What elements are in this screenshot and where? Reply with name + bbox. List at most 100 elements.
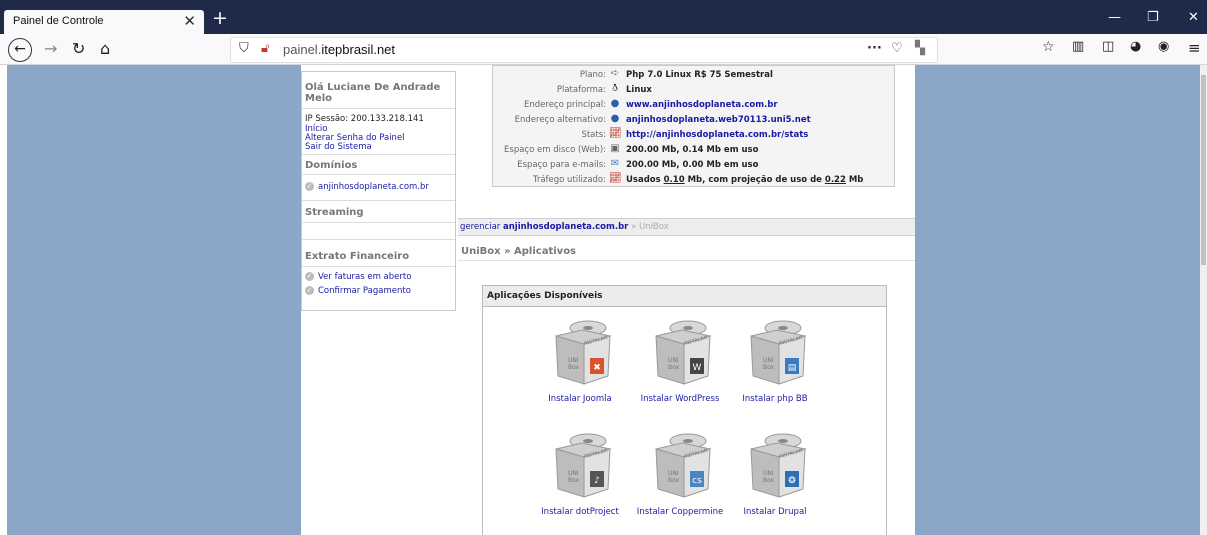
- app-item[interactable]: INSTALAR UNI Box W Instalar WordPress: [630, 308, 730, 418]
- svg-text:Box: Box: [763, 364, 775, 371]
- reload-icon[interactable]: ↻: [72, 39, 85, 58]
- close-window-icon[interactable]: ✕: [1188, 10, 1199, 25]
- pocket-icon[interactable]: ♡: [891, 41, 903, 56]
- menu-icon[interactable]: ≡: [1188, 39, 1201, 57]
- divider: [302, 108, 455, 109]
- app-install-link[interactable]: Instalar Coppermine: [630, 507, 730, 517]
- unibox-install-icon[interactable]: INSTALARUNIBox ♪: [552, 429, 612, 499]
- app-install-link[interactable]: Instalar dotProject: [530, 507, 630, 517]
- info-row-trafego: Tráfego utilizado: 📈︎ Usados 0.10 Mb, co…: [532, 173, 864, 185]
- unibox-install-icon[interactable]: INSTALARUNIBox ▤: [747, 316, 807, 386]
- unibox-install-icon[interactable]: INSTALARUNIBox W: [652, 316, 712, 386]
- sidebar-panel: Olá Luciane De Andrade Melo IP Sessão: 2…: [301, 71, 456, 311]
- divider: [302, 222, 455, 223]
- app-item[interactable]: INSTALAR UNI Box ❂ Instalar Drupal: [725, 421, 825, 531]
- extensions-icon[interactable]: ◕: [1130, 39, 1141, 54]
- check-icon: ✓: [305, 286, 314, 295]
- link-sair[interactable]: Sair do Sistema: [305, 142, 372, 152]
- app-item[interactable]: INSTALAR UNI Box cs Instalar Coppermine: [630, 421, 730, 531]
- app-item[interactable]: INSTALAR UNI Box ▤ Instalar php BB: [725, 308, 825, 418]
- account-icon[interactable]: ◉: [1158, 39, 1169, 54]
- svg-text:♪: ♪: [594, 476, 600, 486]
- mail-icon: ✉: [610, 158, 620, 169]
- finance-title: Extrato Financeiro: [305, 251, 410, 262]
- info-row-emails: Espaço para e-mails: ✉ 200.00 Mb, 0.00 M…: [517, 158, 759, 170]
- svg-text:UNI: UNI: [568, 470, 579, 477]
- svg-text:Box: Box: [568, 364, 580, 371]
- svg-text:UNI: UNI: [763, 357, 774, 364]
- shield-icon[interactable]: ⛉: [239, 41, 249, 56]
- streaming-title: Streaming: [305, 207, 364, 218]
- link-ver-faturas[interactable]: ✓ Ver faturas em aberto: [305, 272, 411, 282]
- unibox-install-icon[interactable]: INSTALARUNIBox cs: [652, 429, 712, 499]
- breadcrumb: gerenciar anjinhosdoplaneta.com.br » Uni…: [458, 218, 915, 236]
- svg-text:✖: ✖: [593, 363, 601, 373]
- new-tab-button[interactable]: +: [212, 7, 228, 29]
- app-install-link[interactable]: Instalar WordPress: [630, 394, 730, 404]
- svg-text:UNI: UNI: [763, 470, 774, 477]
- app-install-link[interactable]: Instalar Joomla: [530, 394, 630, 404]
- scrollbar-thumb[interactable]: [1201, 75, 1206, 265]
- svg-text:Box: Box: [668, 477, 680, 484]
- app-install-link[interactable]: Instalar Drupal: [725, 507, 825, 517]
- bookmark-star-icon[interactable]: ☆: [1042, 39, 1055, 55]
- breadcrumb-manage[interactable]: gerenciar: [460, 222, 500, 232]
- info-row-disco: Espaço em disco (Web): ▣ 200.00 Mb, 0.14…: [504, 143, 759, 155]
- domain-item[interactable]: ✓ anjinhosdoplaneta.com.br: [305, 182, 429, 192]
- divider: [302, 200, 455, 201]
- apps-panel: Aplicações Disponíveis INSTALAR UNI Box ✖ In…: [482, 285, 887, 535]
- tab-painel-de-controle[interactable]: Painel de Controle ✕: [4, 10, 204, 34]
- breadcrumb-domain[interactable]: anjinhosdoplaneta.com.br: [503, 222, 628, 232]
- svg-text:cs: cs: [692, 476, 702, 486]
- url-text[interactable]: painel.itepbrasil.net: [283, 42, 395, 57]
- account-info-table: Plano: ➪ Php 7.0 Linux R$ 75 Semestral P…: [492, 65, 895, 187]
- home-icon[interactable]: ⌂: [100, 39, 110, 58]
- svg-text:W: W: [693, 363, 702, 373]
- unibox-install-icon[interactable]: INSTALARUNIBox ✖: [552, 316, 612, 386]
- divider: [302, 239, 455, 240]
- svg-text:▤: ▤: [788, 363, 797, 373]
- info-row-endereco-alternativo: Endereço alternativo: ● anjinhosdoplanet…: [514, 113, 811, 125]
- divider: [458, 260, 915, 261]
- insecure-lock-icon[interactable]: 🔓︎: [261, 41, 269, 56]
- close-tab-icon[interactable]: ✕: [183, 12, 196, 30]
- divider: [302, 174, 455, 175]
- info-row-plano: Plano: ➪ Php 7.0 Linux R$ 75 Semestral: [579, 68, 773, 80]
- page-title: UniBox » Aplicativos: [461, 246, 577, 257]
- svg-text:UNI: UNI: [668, 470, 679, 477]
- apps-header: Aplicações Disponíveis: [483, 286, 886, 307]
- app-item[interactable]: INSTALAR UNI Box ♪ Instalar dotProject: [530, 421, 630, 531]
- globe-icon: ●: [610, 98, 620, 109]
- info-row-endereco-principal: Endereço principal: ● www.anjinhosdoplan…: [524, 98, 778, 110]
- breadcrumb-current: » UniBox: [631, 222, 669, 232]
- page-actions-icon[interactable]: ···: [867, 41, 882, 56]
- link-confirmar-pagamento[interactable]: ✓ Confirmar Pagamento: [305, 286, 411, 296]
- divider: [302, 154, 455, 155]
- ip-session: IP Sessão: 200.133.218.141: [305, 114, 424, 124]
- navigation-toolbar: ← → ↻ ⌂ ⛉ 🔓︎ painel.itepbrasil.net ··· ♡…: [0, 34, 1207, 65]
- reader-view-icon[interactable]: ▚: [915, 41, 925, 56]
- back-icon[interactable]: ←: [8, 38, 32, 62]
- svg-text:Box: Box: [568, 477, 580, 484]
- minimize-icon[interactable]: —: [1108, 10, 1121, 25]
- app-item[interactable]: INSTALAR UNI Box ✖ Instalar Joomla: [530, 308, 630, 418]
- restore-icon[interactable]: ❐: [1147, 10, 1159, 25]
- greeting: Olá Luciane De Andrade Melo: [305, 82, 441, 104]
- svg-text:Box: Box: [668, 364, 680, 371]
- sidebar-icon[interactable]: ◫: [1102, 39, 1114, 54]
- forward-icon[interactable]: →: [44, 39, 57, 58]
- svg-text:Box: Box: [763, 477, 775, 484]
- domains-title: Domínios: [305, 160, 358, 171]
- page-viewport: Olá Luciane De Andrade Melo IP Sessão: 2…: [7, 65, 1200, 535]
- info-row-stats: Stats: 📈︎ http://anjinhosdoplaneta.com.b…: [581, 128, 809, 140]
- info-row-plataforma: Plataforma: 🐧︎ Linux: [556, 83, 652, 95]
- unibox-install-icon[interactable]: INSTALARUNIBox ❂: [747, 429, 807, 499]
- chart-icon: 📈︎: [609, 128, 622, 139]
- check-icon: ✓: [305, 182, 314, 191]
- arrow-icon: ➪: [610, 68, 620, 79]
- app-install-link[interactable]: Instalar php BB: [725, 394, 825, 404]
- svg-text:UNI: UNI: [568, 357, 579, 364]
- disk-icon: ▣: [610, 143, 620, 154]
- url-bar[interactable]: ⛉ 🔓︎ painel.itepbrasil.net ··· ♡ ▚: [230, 37, 938, 63]
- library-icon[interactable]: ▥: [1072, 39, 1084, 54]
